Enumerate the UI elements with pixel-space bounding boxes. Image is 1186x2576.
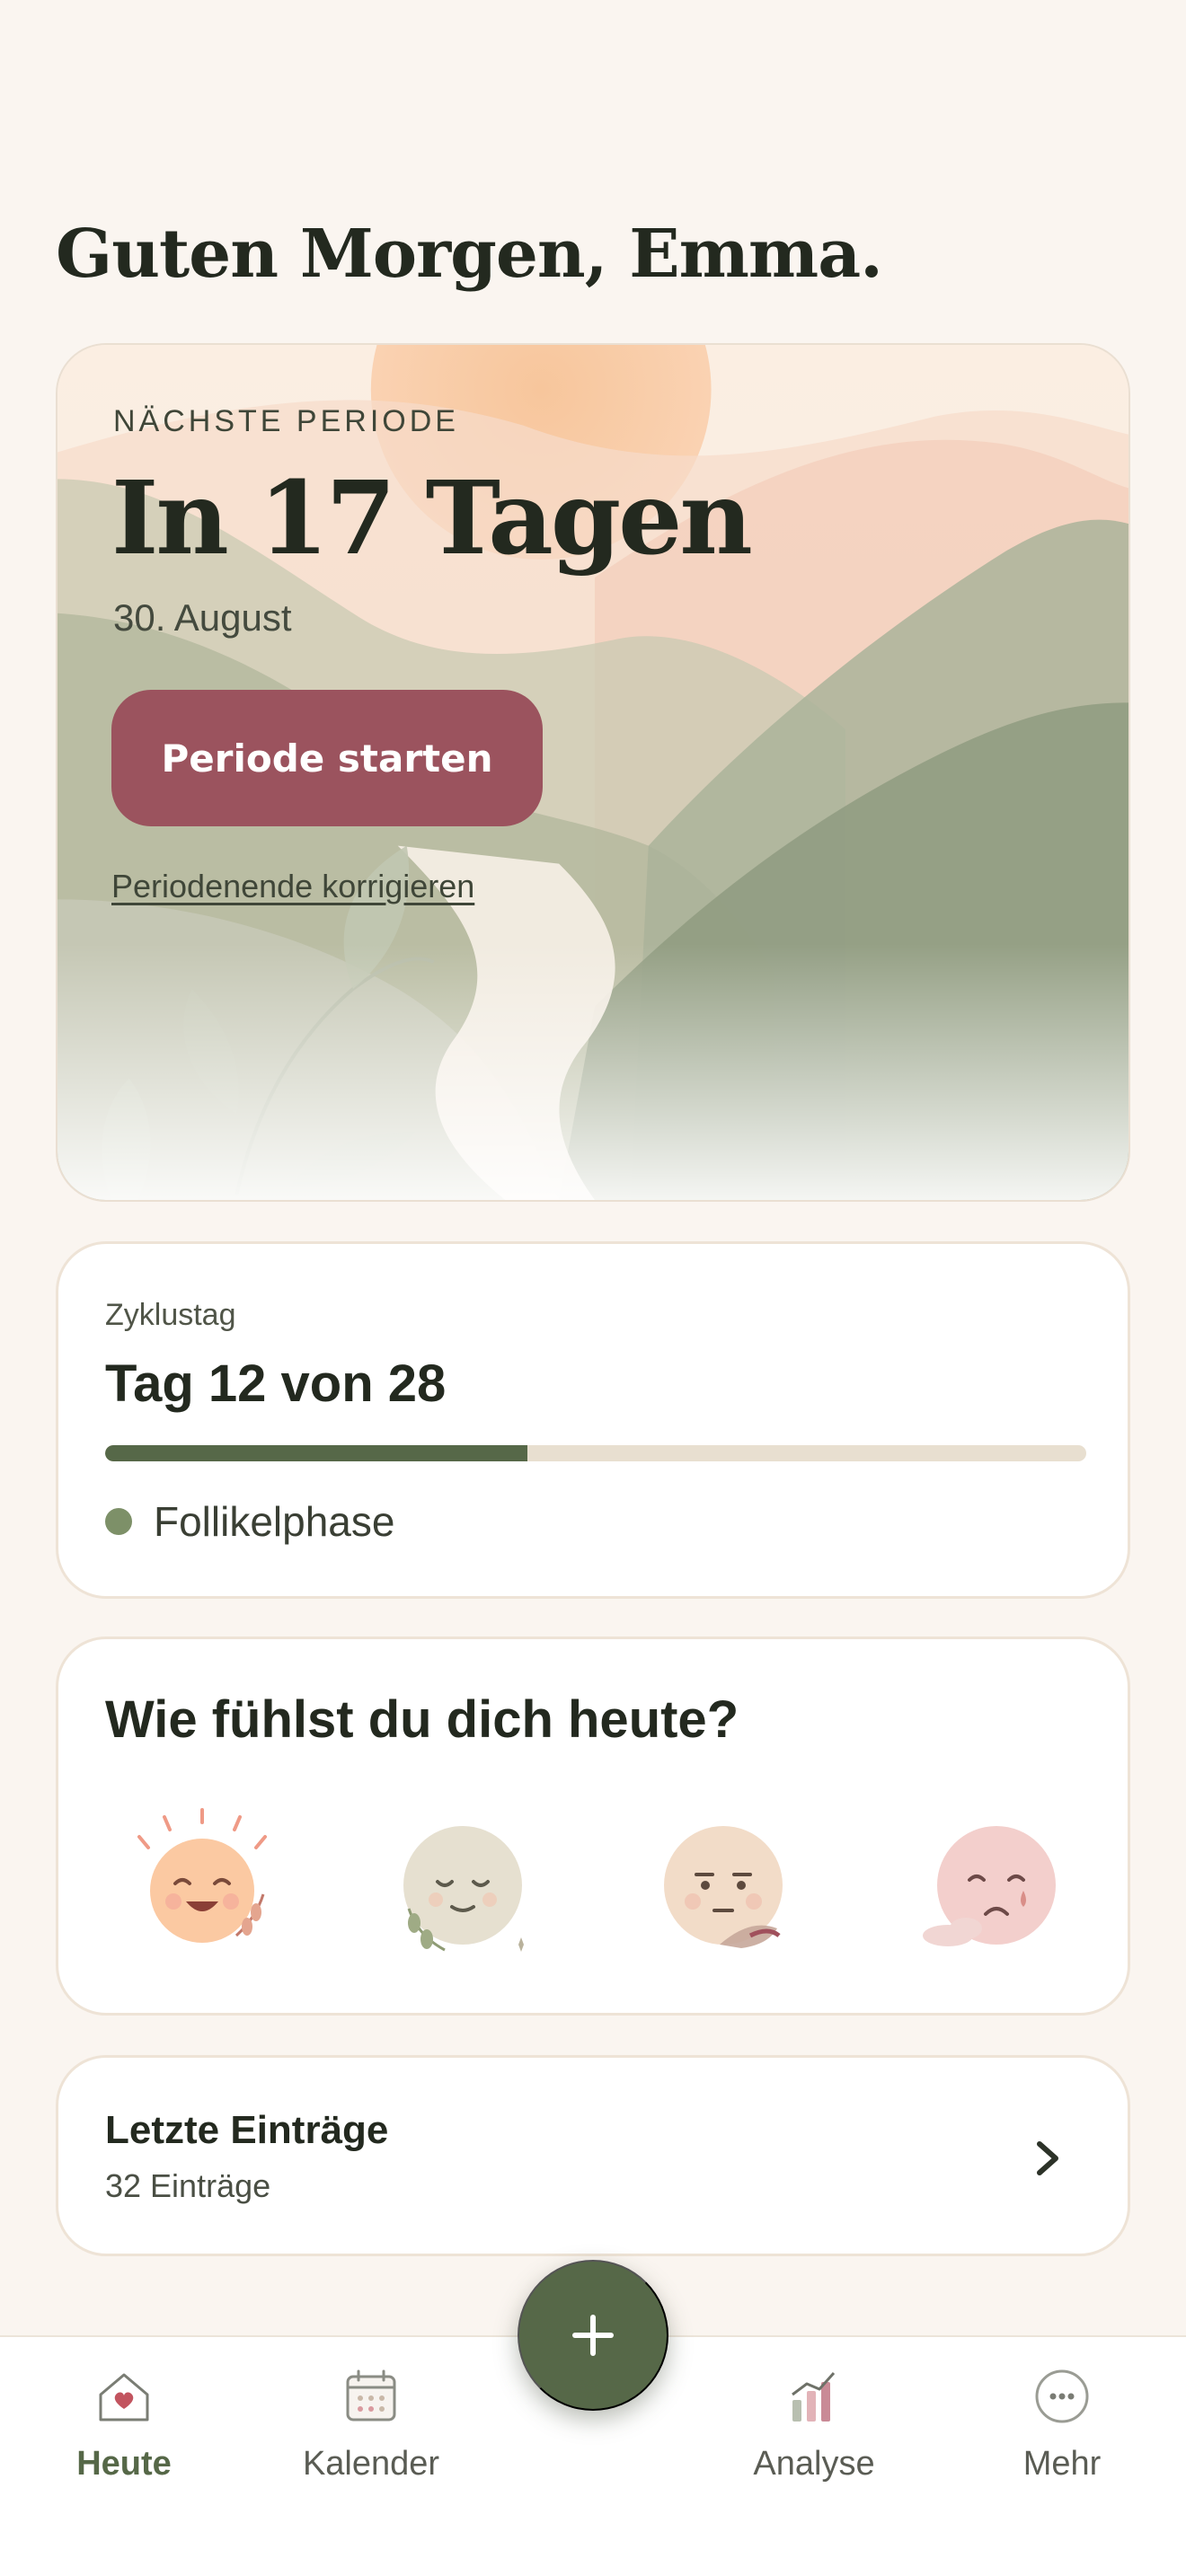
calm-face-icon[interactable] [382,1801,544,1963]
calendar-icon [346,2369,396,2422]
cycle-day-value: Tag 12 von 28 [105,1354,447,1413]
happy-face-icon[interactable] [121,1801,283,1963]
next-period-card: NÄCHSTE PERIODE In 17 Tagen 30. August P… [56,343,1130,1202]
cycle-progress-fill [105,1445,527,1461]
tab-analyse[interactable]: Analyse [715,2364,913,2508]
start-period-button[interactable]: Periode starten [111,690,543,826]
cycle-progress-bar [105,1445,1086,1461]
cycle-day-card: Zyklustag Tag 12 von 28 Follikelphase [56,1241,1130,1599]
plus-icon [572,2315,614,2356]
next-period-label: NÄCHSTE PERIODE [113,404,459,438]
tab-label-kalender: Kalender [302,2445,440,2483]
more-icon [1035,2369,1089,2423]
tab-label-heute: Heute [76,2445,172,2483]
mood-card: Wie fühlst du dich heute? [56,1636,1130,2016]
chart-icon [792,2372,836,2422]
cycle-phase-label: Follikelphase [154,1498,395,1545]
greeting-title: Guten Morgen, Emma. [56,216,883,293]
phase-dot-icon [105,1508,132,1535]
add-entry-button[interactable] [518,2260,668,2411]
tab-label-analyse: Analyse [753,2445,875,2483]
mood-options [121,1801,1074,1963]
cycle-phase: Follikelphase [105,1497,394,1546]
sad-face-icon[interactable] [912,1801,1074,1963]
mood-question: Wie fühlst du dich heute? [105,1690,739,1749]
recent-entries-count: 32 Einträge [105,2167,271,2204]
tab-label-mehr: Mehr [1022,2445,1102,2483]
neutral-face-icon[interactable] [642,1801,804,1963]
next-period-date: 30. August [113,596,292,639]
recent-entries-card[interactable]: Letzte Einträge 32 Einträge [56,2055,1130,2256]
recent-entries-title: Letzte Einträge [105,2108,389,2152]
tab-mehr[interactable]: Mehr [963,2364,1161,2508]
next-period-countdown: In 17 Tagen [111,460,753,578]
chevron-right-icon [1037,2141,1058,2175]
tab-heute[interactable]: Heute [25,2364,223,2508]
cycle-day-label: Zyklustag [105,1298,236,1332]
home-heart-icon [99,2373,149,2422]
tab-kalender[interactable]: Kalender [272,2364,470,2508]
correct-period-end-link[interactable]: Periodenende korrigieren [111,868,474,905]
